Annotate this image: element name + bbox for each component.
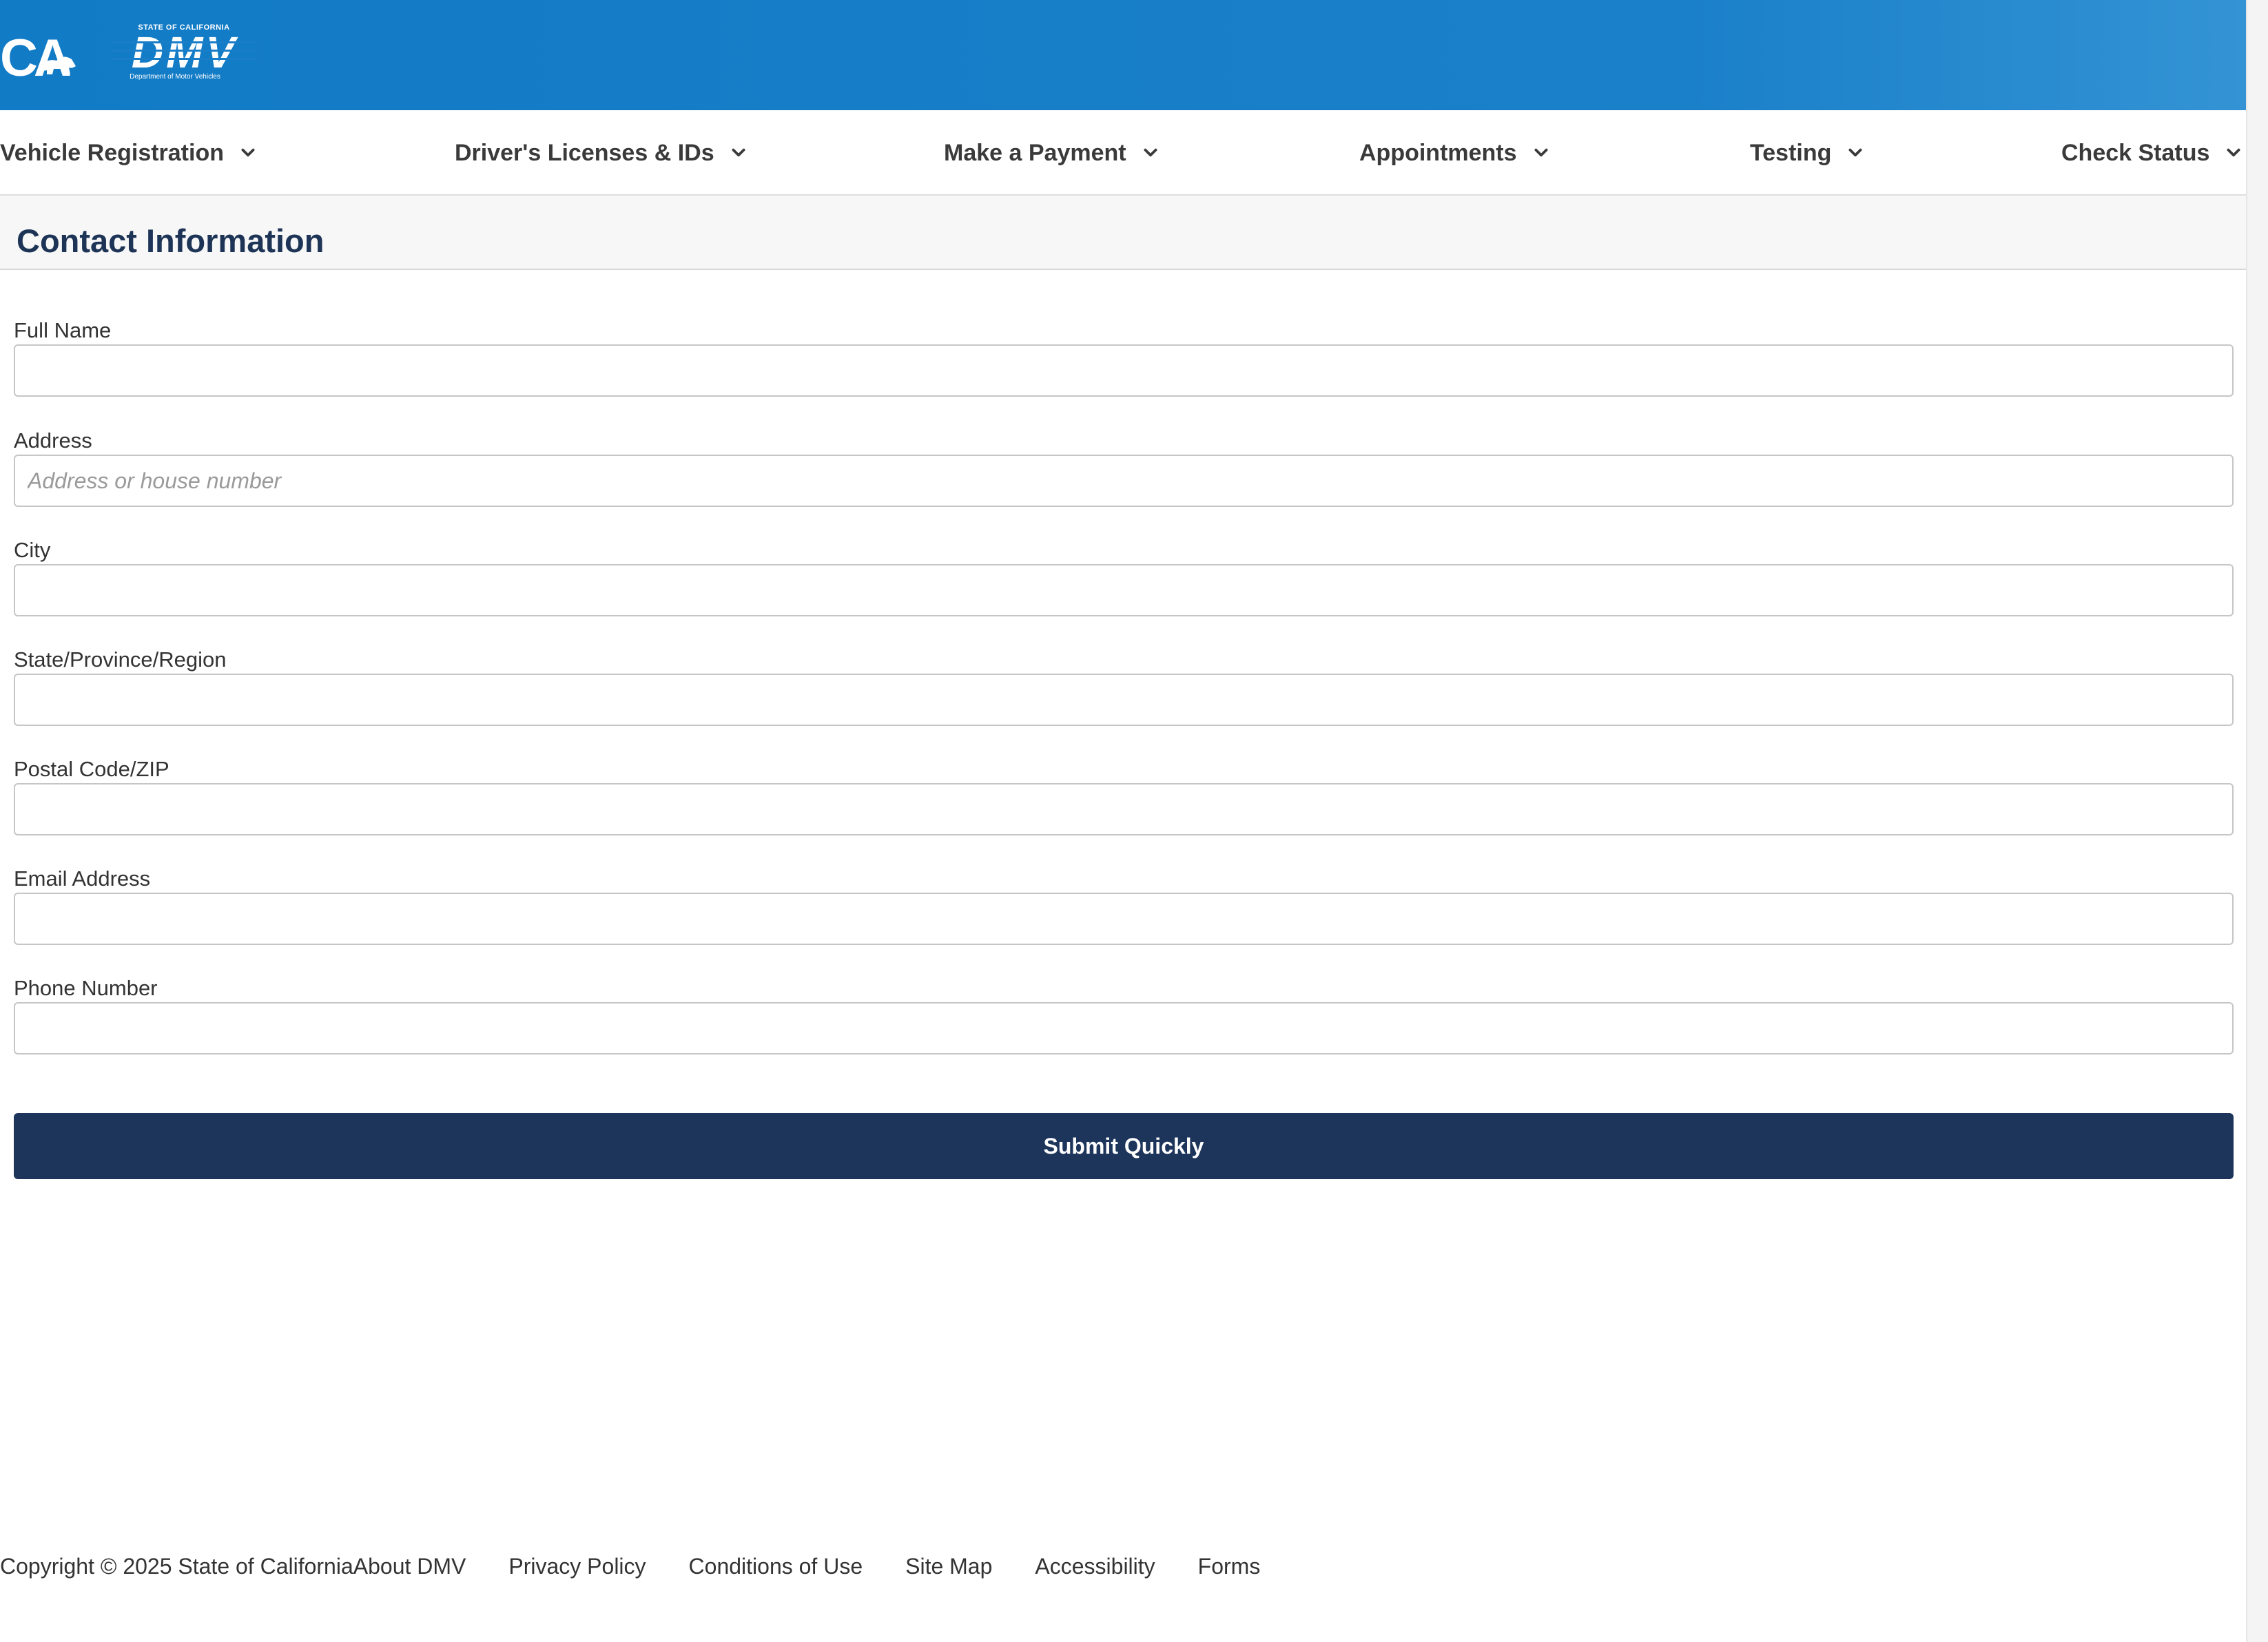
dmv-logo-top-text: STATE OF CALIFORNIA — [138, 23, 230, 32]
email-label: Email Address — [14, 866, 151, 891]
main-nav: Vehicle Registration Driver's Licenses &… — [0, 110, 2246, 196]
footer-link-about-dmv[interactable]: About DMV — [353, 1554, 466, 1579]
nav-item-label: Driver's Licenses & IDs — [455, 139, 714, 166]
footer-link-forms[interactable]: Forms — [1198, 1554, 1261, 1579]
nav-item-testing[interactable]: Testing — [1750, 110, 1864, 196]
chevron-down-icon — [732, 148, 745, 157]
email-input[interactable] — [14, 893, 2234, 945]
phone-label: Phone Number — [14, 976, 158, 1000]
chevron-down-icon — [241, 148, 255, 157]
footer-link-conditions-of-use[interactable]: Conditions of Use — [689, 1554, 863, 1579]
ca-logo-text: CA — [0, 30, 70, 83]
section-title: Contact Information — [17, 222, 324, 259]
nav-item-check-status[interactable]: Check Status — [2061, 110, 2243, 196]
scrollbar-track[interactable] — [2246, 0, 2268, 1642]
copyright-text: Copyright © 2025 State of California — [0, 1553, 353, 1579]
full-name-input[interactable] — [14, 344, 2234, 397]
footer: Copyright © 2025 State of California Abo… — [0, 1552, 1303, 1580]
dmv-wordmark-icon: DMV — [112, 32, 258, 70]
site-header: CA STATE OF CALIFORNIA DMV Department of… — [0, 0, 2246, 110]
nav-item-label: Check Status — [2061, 139, 2210, 166]
full-name-label: Full Name — [14, 318, 112, 342]
footer-link-site-map[interactable]: Site Map — [905, 1554, 992, 1579]
chevron-down-icon — [1534, 148, 1548, 157]
state-input[interactable] — [14, 674, 2234, 726]
chevron-down-icon — [1848, 148, 1862, 157]
address-input[interactable] — [14, 455, 2234, 507]
nav-item-make-a-payment[interactable]: Make a Payment — [944, 110, 1159, 196]
nav-item-vehicle-registration[interactable]: Vehicle Registration — [0, 110, 257, 196]
city-input[interactable] — [14, 564, 2234, 616]
nav-item-label: Testing — [1750, 139, 1832, 166]
nav-item-appointments[interactable]: Appointments — [1359, 110, 1550, 196]
section-header: Contact Information — [0, 196, 2246, 270]
city-label: City — [14, 538, 51, 562]
ca-logo-icon[interactable]: CA — [0, 30, 77, 83]
submit-button[interactable]: Submit Quickly — [14, 1113, 2234, 1179]
footer-link-accessibility[interactable]: Accessibility — [1035, 1554, 1155, 1579]
state-label: State/Province/Region — [14, 647, 227, 672]
postal-code-label: Postal Code/ZIP — [14, 757, 169, 781]
phone-input[interactable] — [14, 1002, 2234, 1054]
postal-code-input[interactable] — [14, 783, 2234, 835]
nav-item-drivers-licenses[interactable]: Driver's Licenses & IDs — [455, 110, 748, 196]
dmv-logo[interactable]: STATE OF CALIFORNIA DMV Department of Mo… — [112, 23, 258, 84]
footer-link-privacy-policy[interactable]: Privacy Policy — [508, 1554, 646, 1579]
chevron-down-icon — [2227, 148, 2240, 157]
dmv-logo-sub-text: Department of Motor Vehicles — [130, 73, 220, 81]
chevron-down-icon — [1144, 148, 1157, 157]
page: CA STATE OF CALIFORNIA DMV Department of… — [0, 0, 2246, 1642]
nav-item-label: Vehicle Registration — [0, 139, 224, 166]
nav-item-label: Make a Payment — [944, 139, 1126, 166]
nav-item-label: Appointments — [1359, 139, 1517, 166]
address-label: Address — [14, 428, 92, 453]
